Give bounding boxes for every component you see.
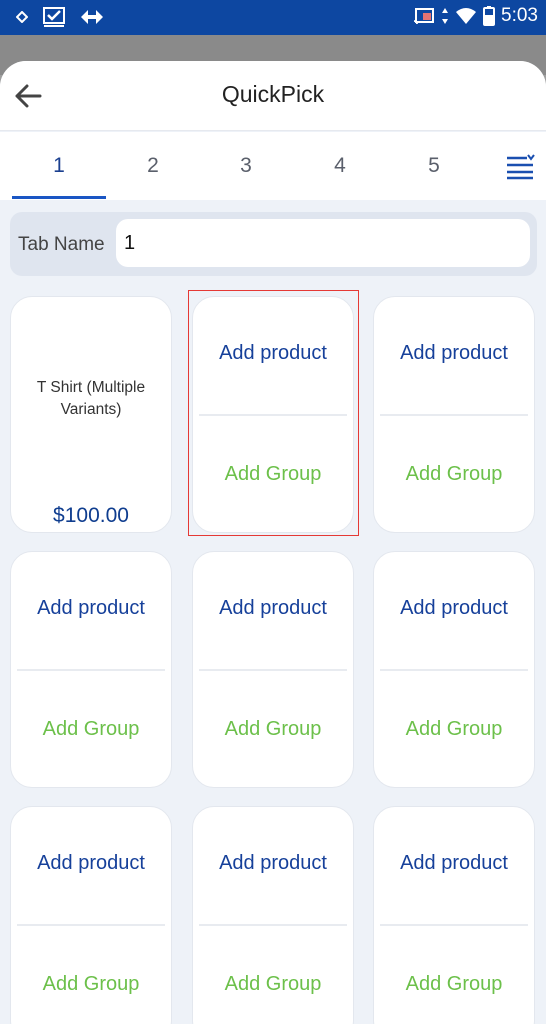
add-group-button[interactable]: Add Group: [374, 463, 534, 486]
card-divider: [199, 924, 347, 926]
product-card[interactable]: T Shirt (Multiple Variants) $100.00: [10, 296, 172, 533]
add-group-button[interactable]: Add Group: [193, 718, 353, 741]
card-divider: [199, 669, 347, 671]
selection-highlight: [188, 290, 359, 536]
empty-slot-card: Add product Add Group: [373, 806, 535, 1024]
empty-slot-card: Add product Add Group: [10, 551, 172, 788]
empty-slot-card: Add product Add Group: [373, 551, 535, 788]
add-product-button[interactable]: Add product: [374, 342, 534, 365]
app-notification-icon: [16, 11, 28, 23]
empty-slot-card: Add product Add Group: [192, 806, 354, 1024]
tab-3[interactable]: 3: [199, 132, 293, 200]
add-group-button[interactable]: Add Group: [374, 973, 534, 996]
data-arrows-icon: [442, 8, 449, 24]
add-product-button[interactable]: Add product: [193, 852, 353, 875]
tab-menu-icon[interactable]: [505, 154, 535, 180]
active-tab-indicator: [12, 196, 106, 199]
wifi-icon: [456, 8, 477, 24]
tab-name-input[interactable]: [116, 219, 530, 267]
card-divider: [380, 924, 528, 926]
empty-slot-card: Add product Add Group: [10, 806, 172, 1024]
add-product-button[interactable]: Add product: [193, 597, 353, 620]
tab-name-label: Tab Name: [18, 234, 105, 255]
page-title: QuickPick: [221, 81, 325, 107]
teamviewer-icon: [81, 10, 103, 24]
empty-slot-card: Add product Add Group: [192, 551, 354, 788]
add-group-button[interactable]: Add Group: [11, 718, 171, 741]
empty-slot-card: Add product Add Group: [373, 296, 535, 533]
tab-4[interactable]: 4: [293, 132, 387, 200]
add-product-button[interactable]: Add product: [11, 597, 171, 620]
product-name: T Shirt (Multiple Variants): [36, 379, 146, 418]
tab-name-row: Tab Name: [10, 212, 537, 276]
add-product-button[interactable]: Add product: [374, 597, 534, 620]
battery-icon: [483, 6, 496, 26]
tab-2[interactable]: 2: [106, 132, 200, 200]
tab-bar: 1 2 3 4 5: [0, 132, 546, 200]
product-price: $100.00: [53, 504, 129, 527]
status-time: 5:03: [501, 5, 538, 26]
add-group-button[interactable]: Add Group: [374, 718, 534, 741]
card-divider: [17, 669, 165, 671]
checkbox-notification-icon: [43, 7, 65, 27]
card-divider: [380, 414, 528, 416]
card-divider: [17, 924, 165, 926]
add-group-button[interactable]: Add Group: [11, 973, 171, 996]
cast-icon: [413, 8, 435, 25]
tab-1[interactable]: 1: [12, 132, 106, 200]
sheet-header: QuickPick: [0, 61, 546, 131]
add-product-button[interactable]: Add product: [374, 852, 534, 875]
status-bar-system: 5:03: [413, 5, 538, 27]
card-divider: [380, 669, 528, 671]
add-product-button[interactable]: Add product: [11, 852, 171, 875]
tab-5[interactable]: 5: [387, 132, 481, 200]
add-group-button[interactable]: Add Group: [193, 973, 353, 996]
status-bar-notifications: [16, 6, 104, 28]
status-bar: 5:03: [0, 0, 546, 35]
